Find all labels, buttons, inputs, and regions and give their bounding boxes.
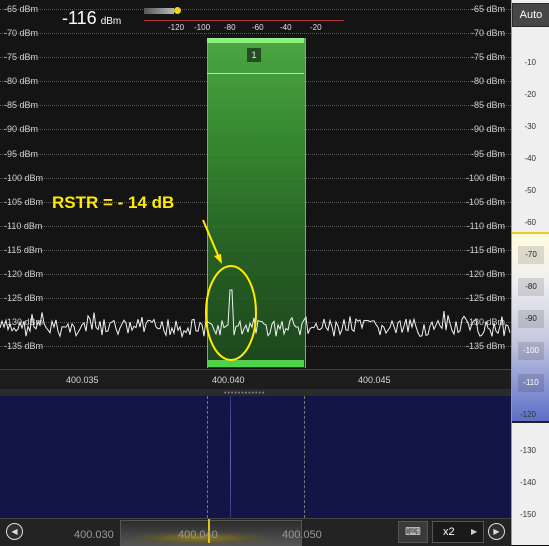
auto-level-button[interactable]: Auto — [512, 3, 549, 27]
level-range-top-handle[interactable] — [512, 232, 549, 234]
level-scale-label: -70 — [518, 246, 544, 264]
annotation-arrowhead — [214, 254, 222, 264]
frequency-label: 400.045 — [358, 375, 391, 385]
spectrum-trace-layer — [0, 219, 511, 361]
keyboard-icon: ⌨ — [405, 526, 421, 538]
waterfall-filter-edge — [207, 396, 208, 518]
level-scale-label: -60 — [524, 218, 536, 227]
bottom-frequency-label: 400.040 — [178, 529, 218, 541]
level-scale-label: -120 — [519, 410, 536, 419]
level-scale-label: -30 — [524, 122, 536, 131]
annotation-ellipse — [205, 265, 257, 361]
annotation-arrow — [202, 219, 221, 261]
level-scale-label: -80 — [518, 278, 544, 296]
zoom-selector[interactable]: x2 ▶ — [432, 521, 484, 543]
level-scale-label: -50 — [524, 186, 536, 195]
zoom-arrow-icon: ▶ — [471, 527, 478, 536]
scroll-right-button[interactable]: ▶ — [488, 523, 505, 540]
level-scale-label: -100 — [518, 342, 544, 360]
level-scale-label: -40 — [524, 154, 536, 163]
waterfall-filter-edge — [304, 396, 305, 518]
level-range-bottom-handle[interactable] — [512, 421, 549, 423]
level-scale-label: -110 — [518, 374, 544, 392]
frequency-axis[interactable]: 400.035 400.040 400.045 — [0, 369, 511, 390]
level-scale-label: -140 — [519, 478, 536, 487]
waterfall-carrier-trace — [230, 396, 231, 518]
bottom-frequency-label: 400.050 — [282, 529, 322, 541]
annotation-label: RSTR = - 14 dB — [52, 193, 175, 212]
frequency-label: 400.040 — [212, 375, 245, 385]
scroll-left-button[interactable]: ◀ — [6, 523, 23, 540]
level-scale-label: -130 — [519, 446, 536, 455]
keyboard-button[interactable]: ⌨ — [398, 521, 428, 543]
level-scale-label: -90 — [518, 310, 544, 328]
bottom-frequency-label: 400.030 — [74, 529, 114, 541]
waterfall-display[interactable] — [0, 396, 511, 518]
level-scale-label: -150 — [519, 510, 536, 519]
level-scale-label: -10 — [524, 58, 536, 67]
frequency-label: 400.035 — [66, 375, 99, 385]
level-scale-label: -20 — [524, 90, 536, 99]
zoom-value: x2 — [443, 526, 455, 538]
